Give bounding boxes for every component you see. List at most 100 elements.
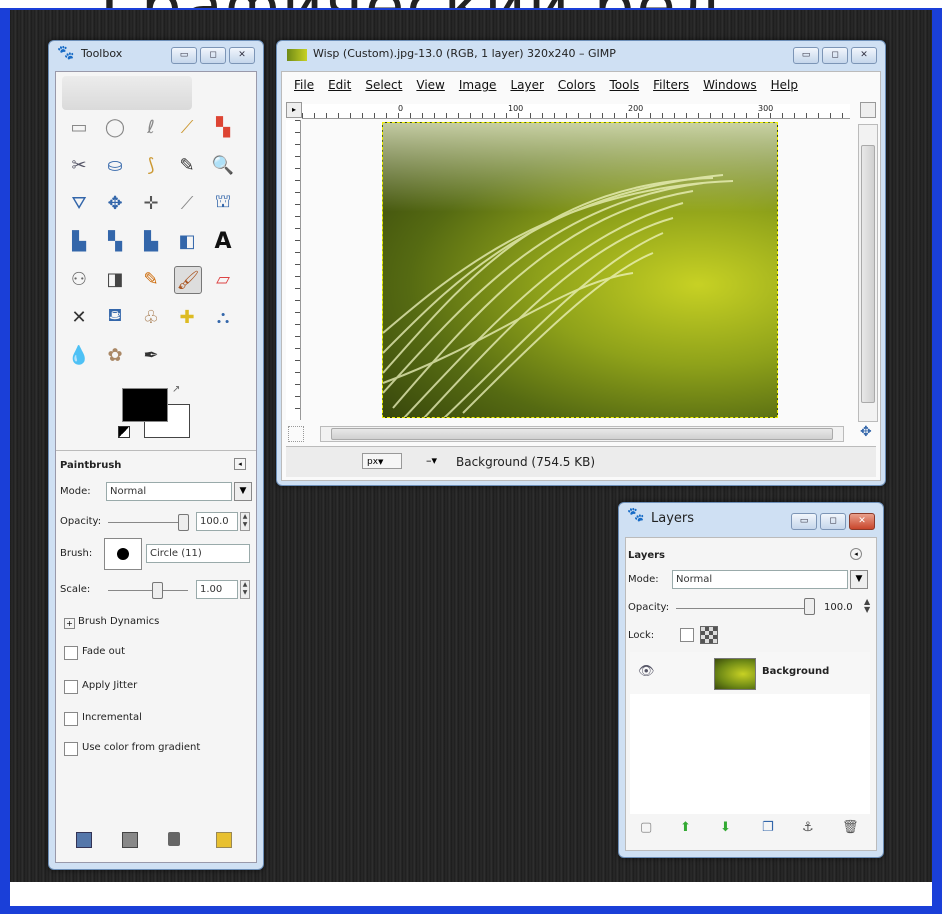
new-layer-icon[interactable]: ▢ bbox=[640, 820, 652, 835]
opacity-slider-track[interactable] bbox=[108, 522, 178, 523]
menu-windows[interactable]: Windows bbox=[703, 78, 757, 96]
menu-tools[interactable]: Tools bbox=[610, 78, 640, 96]
mode-select[interactable]: Normal bbox=[106, 482, 232, 501]
layers-titlebar[interactable]: 🐾 Layers ▭ ◻ ✕ bbox=[619, 503, 883, 531]
layers-mode-dropdown-icon[interactable]: ▼ bbox=[850, 570, 868, 589]
layer-row-background[interactable]: 👁 Background bbox=[630, 652, 870, 695]
free-select-tool-icon[interactable]: ℓ bbox=[138, 114, 164, 140]
scale-input[interactable]: 1.00 bbox=[196, 580, 238, 599]
maximize-button[interactable]: ◻ bbox=[820, 513, 846, 530]
scale-spinner[interactable]: ▲ ▼ bbox=[240, 580, 250, 599]
smudge-tool-icon[interactable]: ✿ bbox=[102, 342, 128, 368]
save-options-icon[interactable] bbox=[76, 832, 92, 848]
menu-select[interactable]: Select bbox=[365, 78, 402, 96]
paths-tool-icon[interactable]: ⟆ bbox=[138, 152, 164, 178]
duplicate-layer-icon[interactable]: ❐ bbox=[762, 820, 774, 835]
vertical-scrollbar[interactable] bbox=[858, 124, 878, 422]
unit-select[interactable]: px▼ bbox=[362, 453, 402, 469]
lower-layer-icon[interactable]: ⬇ bbox=[720, 820, 731, 835]
shear-tool-icon[interactable]: ▚ bbox=[102, 228, 128, 254]
scale-slider-handle[interactable] bbox=[152, 582, 163, 599]
anchor-layer-icon[interactable]: ⚓ bbox=[802, 820, 814, 835]
brush-name-field[interactable]: Circle (11) bbox=[146, 544, 250, 563]
delete-layer-icon[interactable]: 🗑 bbox=[842, 820, 859, 835]
rotate-tool-icon[interactable]: ⛫ bbox=[210, 190, 236, 216]
lock-alpha-checkbox[interactable] bbox=[680, 628, 694, 642]
move-tool-icon[interactable]: ✥ bbox=[102, 190, 128, 216]
scale-tool-icon[interactable]: ▙ bbox=[66, 228, 92, 254]
airbrush-tool-icon[interactable]: ✕ bbox=[66, 304, 92, 330]
delete-options-icon[interactable] bbox=[168, 832, 180, 846]
raise-layer-icon[interactable]: ⬆ bbox=[680, 820, 691, 835]
reset-options-icon[interactable] bbox=[216, 832, 232, 848]
mode-dropdown-arrow-icon[interactable]: ▼ bbox=[234, 482, 252, 501]
eraser-tool-icon[interactable]: ▱ bbox=[210, 266, 236, 292]
layers-opacity-spinner[interactable]: ▲ ▼ bbox=[864, 598, 870, 614]
ink-tool-icon[interactable]: ⛾ bbox=[102, 304, 128, 330]
incremental-checkbox[interactable] bbox=[64, 712, 78, 726]
foreground-select-tool-icon[interactable]: ⛀ bbox=[102, 152, 128, 178]
scissors-tool-icon[interactable]: ✂ bbox=[66, 152, 92, 178]
use-color-from-gradient-checkbox[interactable] bbox=[64, 742, 78, 756]
menu-help[interactable]: Help bbox=[771, 78, 798, 96]
quick-mask-icon[interactable] bbox=[288, 426, 304, 442]
close-button[interactable]: ✕ bbox=[229, 47, 255, 64]
dodge-burn-tool-icon[interactable]: ✒ bbox=[138, 342, 164, 368]
blend-tool-icon[interactable]: ◨ bbox=[102, 266, 128, 292]
bucket-fill-tool-icon[interactable]: ⚇ bbox=[66, 266, 92, 292]
restore-options-icon[interactable] bbox=[122, 832, 138, 848]
clone-tool-icon[interactable]: ♧ bbox=[138, 304, 164, 330]
toolbox-titlebar[interactable]: 🐾 Toolbox ▭ ◻ ✕ bbox=[49, 41, 263, 69]
vertical-scroll-thumb[interactable] bbox=[861, 145, 875, 403]
align-tool-icon[interactable]: ✛ bbox=[138, 190, 164, 216]
image-window-titlebar[interactable]: Wisp (Custom).jpg-13.0 (RGB, 1 layer) 32… bbox=[277, 41, 885, 69]
brush-preview-button[interactable] bbox=[104, 538, 142, 570]
opacity-input[interactable]: 100.0 bbox=[196, 512, 238, 531]
ruler-corner-button[interactable]: ▸ bbox=[286, 102, 302, 118]
scale-slider-track[interactable] bbox=[108, 590, 188, 591]
blur-tool-icon[interactable]: 💧 bbox=[66, 342, 92, 368]
menu-file[interactable]: File bbox=[294, 78, 314, 96]
swap-colors-icon[interactable]: ↗ bbox=[172, 384, 180, 395]
zoom-tool-icon[interactable]: 🔍 bbox=[210, 152, 236, 178]
maximize-button[interactable]: ◻ bbox=[822, 47, 848, 64]
zoom-to-fit-icon[interactable] bbox=[860, 102, 876, 118]
menu-colors[interactable]: Colors bbox=[558, 78, 596, 96]
visibility-eye-icon[interactable]: 👁 bbox=[638, 664, 655, 679]
layers-opacity-slider-handle[interactable] bbox=[804, 598, 815, 615]
minimize-button[interactable]: ▭ bbox=[171, 47, 197, 64]
fuzzy-select-tool-icon[interactable]: ⟋ bbox=[174, 114, 200, 140]
close-button[interactable]: ✕ bbox=[851, 47, 877, 64]
layers-opacity-value[interactable]: 100.0 bbox=[824, 602, 853, 613]
maximize-button[interactable]: ◻ bbox=[200, 47, 226, 64]
crop-tool-icon[interactable]: ⟋ bbox=[174, 190, 200, 216]
foreground-color-swatch[interactable] bbox=[122, 388, 168, 422]
opacity-spinner[interactable]: ▲ ▼ bbox=[240, 512, 250, 531]
select-by-color-tool-icon[interactable]: ▚ bbox=[210, 114, 236, 140]
minimize-button[interactable]: ▭ bbox=[793, 47, 819, 64]
brush-dynamics-label[interactable]: Brush Dynamics bbox=[78, 616, 159, 627]
expand-dynamics-icon[interactable]: + bbox=[64, 618, 75, 629]
image-canvas[interactable] bbox=[382, 122, 778, 418]
horizontal-scrollbar[interactable] bbox=[320, 426, 844, 442]
layers-opacity-slider-track[interactable] bbox=[676, 608, 804, 609]
color-picker-tool-icon[interactable]: ✎ bbox=[174, 152, 200, 178]
menu-view[interactable]: View bbox=[416, 78, 444, 96]
zoom-select[interactable]: –▾ bbox=[426, 453, 454, 469]
ellipse-select-tool-icon[interactable]: ◯ bbox=[102, 114, 128, 140]
perspective-clone-tool-icon[interactable]: ⛬ bbox=[210, 304, 236, 330]
menu-edit[interactable]: Edit bbox=[328, 78, 351, 96]
opacity-slider-handle[interactable] bbox=[178, 514, 189, 531]
pencil-tool-icon[interactable]: ✎ bbox=[138, 266, 164, 292]
close-button[interactable]: ✕ bbox=[849, 513, 875, 530]
fade-out-checkbox[interactable] bbox=[64, 646, 78, 660]
menu-filters[interactable]: Filters bbox=[653, 78, 689, 96]
rect-select-tool-icon[interactable]: ▭ bbox=[66, 114, 92, 140]
layers-mode-select[interactable]: Normal bbox=[672, 570, 848, 589]
heal-tool-icon[interactable]: ✚ bbox=[174, 304, 200, 330]
horizontal-scroll-thumb[interactable] bbox=[331, 428, 833, 440]
layers-menu-icon[interactable]: ◂ bbox=[850, 548, 862, 560]
menu-layer[interactable]: Layer bbox=[510, 78, 543, 96]
menu-image[interactable]: Image bbox=[459, 78, 497, 96]
measure-tool-icon[interactable]: ⛛ bbox=[66, 190, 92, 216]
